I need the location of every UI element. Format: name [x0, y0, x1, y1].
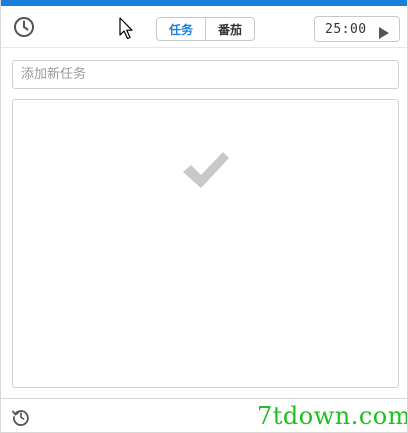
new-task-input[interactable] [12, 60, 399, 89]
toolbar: 任务 番茄 25:00 [1, 6, 407, 48]
timer-display: 25:00 [325, 21, 367, 37]
tab-pomodoro[interactable]: 番茄 [206, 18, 254, 40]
mouse-cursor-icon [119, 17, 135, 41]
checkmark-icon [181, 150, 231, 194]
app-window: 任务 番茄 25:00 添加新任务 7tdown.com [0, 0, 408, 433]
new-task-field-wrap [12, 60, 399, 89]
clock-icon[interactable] [13, 16, 35, 38]
history-restore-icon[interactable] [12, 408, 30, 426]
play-icon [379, 24, 389, 39]
timer-button[interactable]: 25:00 [314, 16, 400, 42]
task-list-panel [12, 99, 399, 388]
watermark-text: 7tdown.com [257, 399, 407, 432]
tab-tasks[interactable]: 任务 [157, 18, 205, 40]
view-switcher: 任务 番茄 [156, 17, 255, 41]
